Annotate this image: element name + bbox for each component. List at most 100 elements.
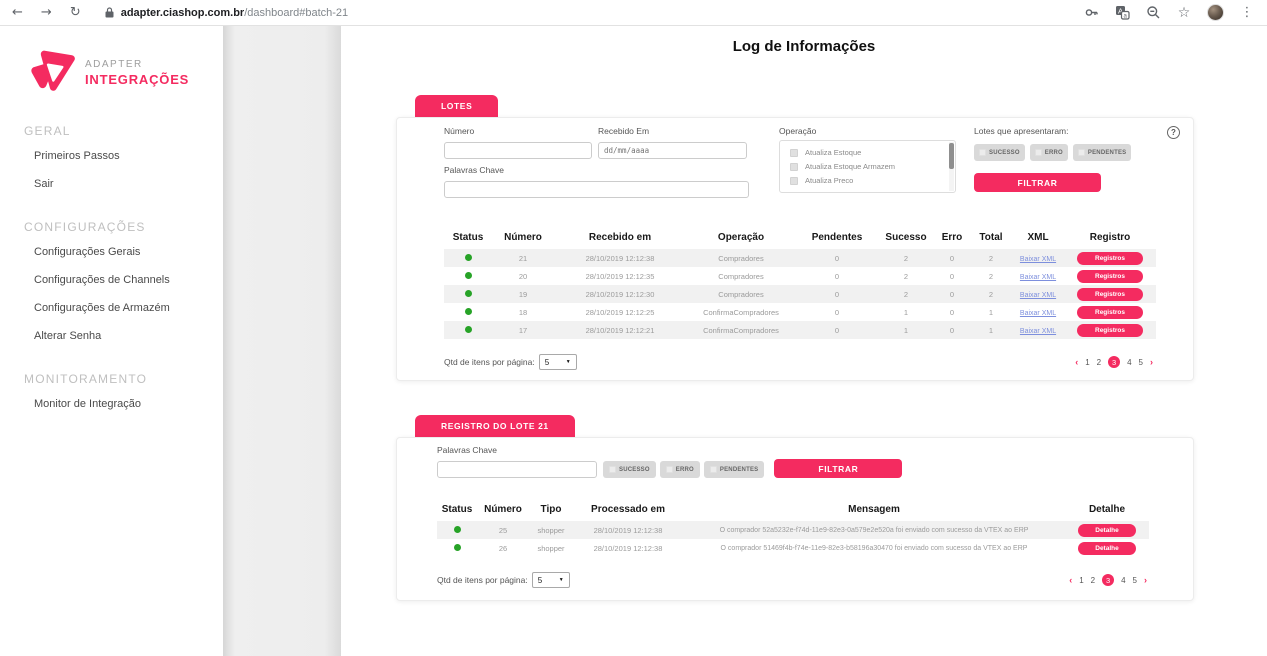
status-filter-checkbox[interactable]: PENDENTES [1073,144,1131,161]
registros-table: StatusNúmeroTipoProcessado emMensagemDet… [437,500,1149,557]
cell-pendentes: 0 [796,285,878,303]
scrollbar-thumb[interactable] [949,143,954,169]
page-2[interactable]: 2 [1091,576,1095,585]
lotes-table-footer: Qtd de itens por página: 5 ▼ ‹ 1 2 3 4 5 [444,354,1153,370]
browser-menu-icon[interactable]: ⋮ [1239,5,1255,21]
sidebar-item-alterar-senha[interactable]: Alterar Senha [24,322,223,350]
lotes-table-header-row: StatusNúmeroRecebido emOperaçãoPendentes… [444,228,1156,249]
baixar-xml-link[interactable]: Baixar XML [1020,256,1056,263]
next-page-arrow[interactable]: › [1144,575,1147,585]
operacao-option[interactable]: Atualiza Estoque Armazem [790,162,943,171]
profile-avatar[interactable] [1207,4,1224,21]
status-filter-checkbox[interactable]: ERRO [1030,144,1068,161]
password-key-icon[interactable] [1083,5,1099,21]
cell-pendentes: 0 [796,321,878,339]
prev-page-arrow[interactable]: ‹ [1069,575,1072,585]
registros-card: Palavras Chave SUCESSO [396,437,1194,601]
detalhe-button[interactable]: Detalhe [1078,542,1136,555]
tab-lotes[interactable]: LOTES [415,95,498,117]
status-filter-checkbox[interactable]: ERRO [660,461,700,478]
registros-palavras-chave-input[interactable] [437,461,597,478]
page-1[interactable]: 1 [1079,576,1083,585]
operacao-listbox[interactable]: Atualiza Estoque Atualiza Estoque Armaze… [779,140,956,193]
page-4[interactable]: 4 [1127,358,1131,367]
recebido-em-label: Recebido Em [598,126,747,136]
page-4[interactable]: 4 [1121,576,1125,585]
back-icon[interactable]: ← [12,5,23,20]
lote-row: 21 28/10/2019 12:12:38 Compradores 0 2 0… [444,249,1156,267]
pagination: ‹ 1 2 3 4 5 › [1075,356,1153,368]
registros-button[interactable]: Registros [1077,324,1143,337]
numero-input[interactable] [444,142,592,159]
baixar-xml-link[interactable]: Baixar XML [1020,274,1056,281]
page-1[interactable]: 1 [1085,358,1089,367]
lock-icon [105,7,114,18]
status-filter-checkbox[interactable]: SUCESSO [974,144,1025,161]
cell-total: 2 [970,285,1012,303]
sidebar-item-configuracoes-channels[interactable]: Configurações de Channels [24,266,223,294]
sidebar-item-configuracoes-gerais[interactable]: Configurações Gerais [24,238,223,266]
help-icon[interactable]: ? [1167,126,1180,139]
checkbox-icon[interactable] [790,177,798,185]
sidebar-item-monitor-integracao[interactable]: Monitor de Integração [24,390,223,418]
sidebar-item-configuracoes-armazem[interactable]: Configurações de Armazém [24,294,223,322]
forward-icon[interactable]: → [41,5,52,20]
page-3-active[interactable]: 3 [1108,356,1120,368]
reload-icon[interactable]: ↻ [70,5,81,20]
sidebar-menu: GERAL Primeiros Passos Sair CONFIGURAÇÕE… [0,124,223,418]
prev-page-arrow[interactable]: ‹ [1075,357,1078,367]
address-bar[interactable]: adapter.ciashop.com.br/dashboard#batch-2… [105,7,1083,19]
cell-xml: Baixar XML [1012,321,1064,339]
cell-status [444,285,492,303]
cell-sucesso: 1 [878,321,934,339]
registros-button[interactable]: Registros [1077,252,1143,265]
cell-registro: Registros [1064,267,1156,285]
registro-row: 25 shopper 28/10/2019 12:12:38 O comprad… [437,521,1149,539]
bookmark-star-icon[interactable]: ☆ [1176,5,1192,21]
status-success-dot [454,544,461,551]
zoom-out-icon[interactable] [1145,5,1161,21]
status-filter-checkbox[interactable]: SUCESSO [603,461,656,478]
next-page-arrow[interactable]: › [1150,357,1153,367]
cell-sucesso: 1 [878,303,934,321]
page-size-select[interactable]: 5 ▼ [532,572,570,588]
sidebar-item-primeiros-passos[interactable]: Primeiros Passos [24,142,223,170]
page-size-select[interactable]: 5 ▼ [539,354,577,370]
checkbox-icon[interactable] [790,163,798,171]
registros-table-footer: Qtd de itens por página: 5 ▼ ‹ 1 2 3 4 5 [437,572,1147,588]
page-3-active[interactable]: 3 [1102,574,1114,586]
baixar-xml-link[interactable]: Baixar XML [1020,310,1056,317]
cell-numero: 17 [492,321,554,339]
column-header: Detalhe [1065,500,1149,521]
filtrar-button[interactable]: FILTRAR [974,173,1101,192]
status-filter-label: ERRO [1045,150,1063,156]
page-5[interactable]: 5 [1139,358,1143,367]
operacao-option[interactable]: Atualiza Estoque [790,148,943,157]
registros-button[interactable]: Registros [1077,288,1143,301]
page-size-value: 5 [538,576,542,585]
cell-xml: Baixar XML [1012,249,1064,267]
page-5[interactable]: 5 [1133,576,1137,585]
tab-registro-do-lote[interactable]: REGISTRO DO LOTE 21 [415,415,575,437]
recebido-em-input[interactable] [598,142,747,159]
cell-processado-em: 28/10/2019 12:12:38 [573,539,683,557]
adapter-logo-icon [24,48,78,98]
operacao-option[interactable]: Atualiza Preco [790,176,943,185]
registros-button[interactable]: Registros [1077,270,1143,283]
lotes-filters: Número Recebido Em Palavras Chave [444,126,1153,198]
checkbox-icon[interactable] [790,149,798,157]
baixar-xml-link[interactable]: Baixar XML [1020,292,1056,299]
operacao-label: Operação [779,126,956,136]
scrollbar[interactable] [949,142,954,191]
sidebar-item-sair[interactable]: Sair [24,170,223,198]
cell-recebido-em: 28/10/2019 12:12:30 [554,285,686,303]
status-filter-checkbox[interactable]: PENDENTES [704,461,764,478]
baixar-xml-link[interactable]: Baixar XML [1020,328,1056,335]
translate-icon[interactable]: Aa [1114,5,1130,21]
lote-row: 17 28/10/2019 12:12:21 ConfirmaComprador… [444,321,1156,339]
palavras-chave-input[interactable] [444,181,749,198]
detalhe-button[interactable]: Detalhe [1078,524,1136,537]
registros-filtrar-button[interactable]: FILTRAR [774,459,902,478]
page-2[interactable]: 2 [1097,358,1101,367]
registros-button[interactable]: Registros [1077,306,1143,319]
